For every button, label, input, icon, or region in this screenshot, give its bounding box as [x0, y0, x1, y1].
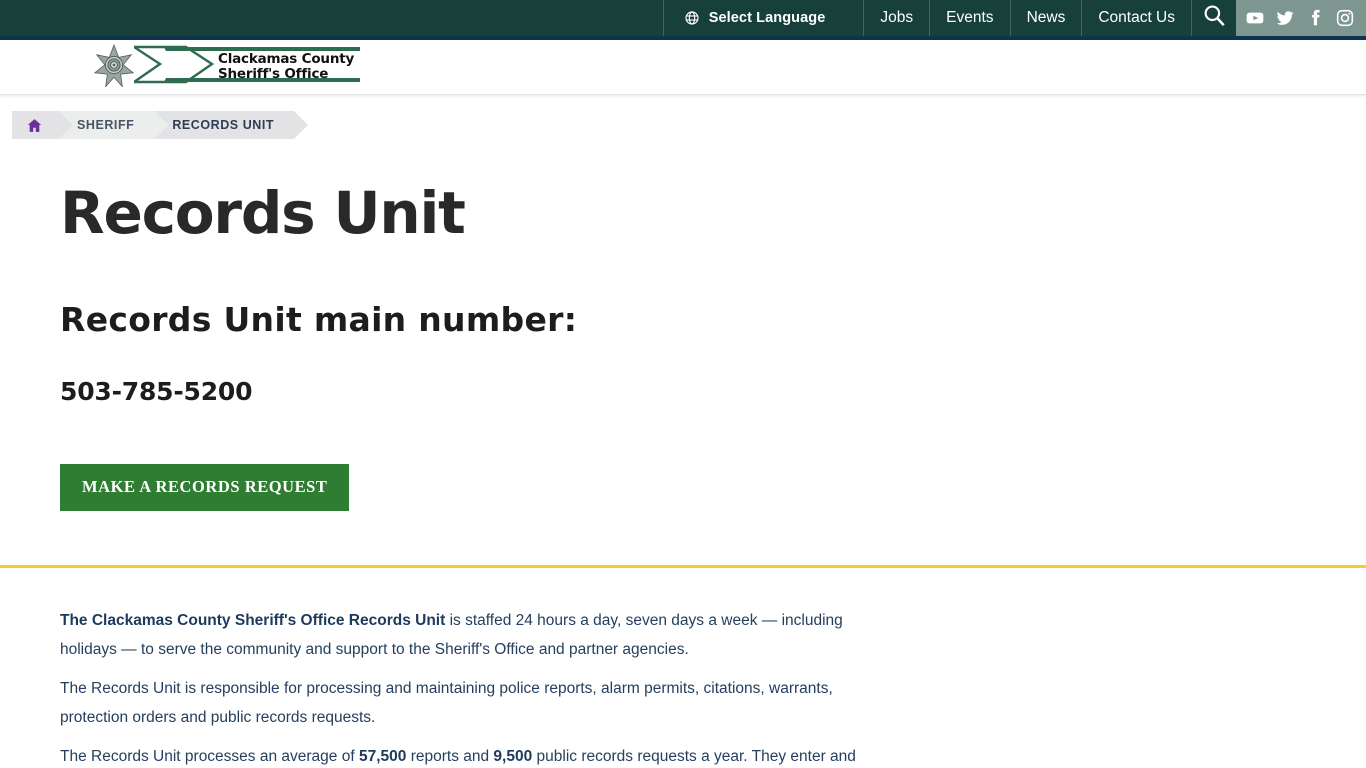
topnav-item-jobs[interactable]: Jobs	[864, 0, 931, 36]
topnav-label-events: Events	[946, 9, 994, 26]
paragraph-staffing-lead: The Clackamas County Sheriff's Office Re…	[60, 611, 446, 629]
logo-wordmark: Clackamas County Sheriff's Office	[218, 52, 354, 82]
logo-wordmark-line2: Sheriff's Office	[218, 66, 329, 82]
breadcrumb-list: SHERIFF RECORDS UNIT	[12, 111, 1366, 139]
site-logo[interactable]: Clackamas County Sheriff's Office	[90, 43, 360, 92]
paragraph-responsibilities: The Records Unit is responsible for proc…	[60, 679, 833, 726]
topnav-item-contact-us[interactable]: Contact Us	[1082, 0, 1192, 36]
topnav-label-contact-us: Contact Us	[1098, 9, 1175, 26]
content-section: The Clackamas County Sheriff's Office Re…	[0, 567, 1366, 768]
logo-wordmark-line1: Clackamas County	[218, 51, 355, 67]
sheriff-star-badge-icon	[90, 43, 138, 92]
topnav-label-news: News	[1026, 9, 1066, 26]
page-title: Records Unit	[60, 179, 466, 247]
breadcrumb-label-records-unit: RECORDS UNIT	[172, 118, 275, 132]
paragraph-volume-requests-count: 9,500	[493, 747, 533, 765]
breadcrumb-item-records-unit[interactable]: RECORDS UNIT	[154, 111, 308, 139]
breadcrumb-label-sheriff: SHERIFF	[77, 118, 135, 132]
paragraph-volume-c: reports and	[406, 747, 494, 765]
paragraph-staffing: The Clackamas County Sheriff's Office Re…	[60, 606, 880, 664]
records-unit-main-number-heading: Records Unit main number:	[60, 299, 578, 339]
paragraph-volume: The Records Unit processes an average of…	[60, 742, 880, 768]
paragraph-volume-a: The Records Unit processes an average of	[60, 747, 359, 765]
hero-section: Records Unit Records Unit main number: 5…	[0, 139, 1366, 511]
paragraph-volume-d: public records requests a year. They ent…	[532, 747, 856, 765]
search-button[interactable]	[1192, 0, 1236, 36]
youtube-icon[interactable]	[1242, 5, 1268, 31]
twitter-icon[interactable]	[1272, 5, 1298, 31]
select-language-label: Select Language	[708, 10, 826, 26]
search-icon	[1201, 3, 1227, 34]
paragraph-volume-reports-count: 57,500	[358, 747, 407, 765]
top-utility-bar: Select Language Jobs Events News Contact…	[0, 0, 1366, 36]
site-header: Clackamas County Sheriff's Office	[0, 40, 1366, 95]
social-links	[1236, 0, 1366, 36]
topnav-item-news[interactable]: News	[1011, 0, 1083, 36]
select-language-button[interactable]: Select Language	[662, 0, 865, 36]
home-icon	[26, 117, 43, 134]
top-utility-bar-inner: Select Language Jobs Events News Contact…	[662, 0, 1366, 36]
topnav-item-events[interactable]: Events	[930, 0, 1011, 36]
breadcrumb-item-sheriff[interactable]: SHERIFF	[59, 111, 169, 139]
topnav-label-jobs: Jobs	[880, 9, 914, 26]
globe-icon	[684, 10, 700, 26]
breadcrumb-item-home[interactable]	[12, 111, 73, 139]
instagram-icon[interactable]	[1332, 5, 1358, 31]
facebook-icon[interactable]	[1302, 5, 1328, 31]
breadcrumb: SHERIFF RECORDS UNIT	[0, 95, 1366, 139]
records-unit-phone-number: 503-785-5200	[60, 376, 253, 406]
make-a-records-request-button[interactable]: MAKE A RECORDS REQUEST	[60, 463, 350, 511]
